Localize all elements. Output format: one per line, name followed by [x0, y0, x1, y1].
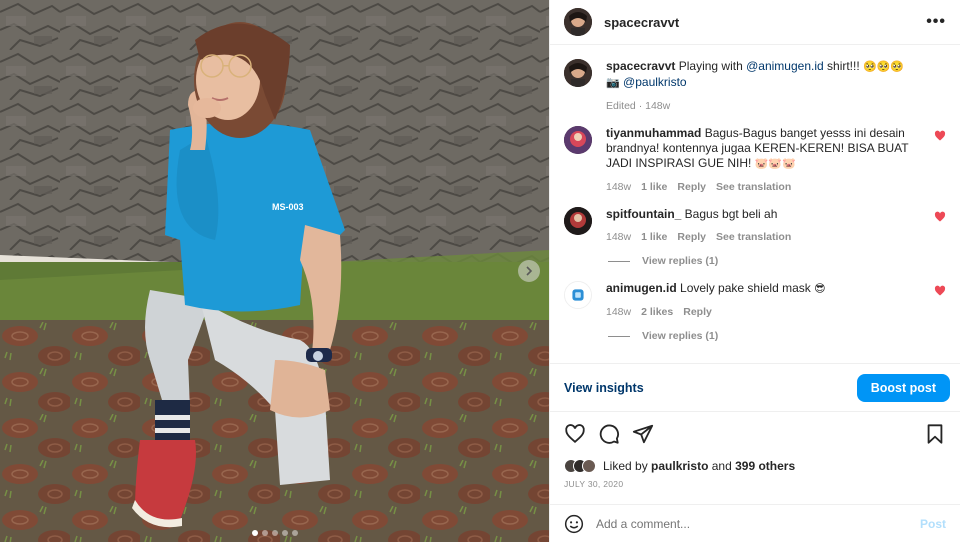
- avatar[interactable]: [564, 207, 592, 235]
- caption-avatar-image: [564, 59, 592, 87]
- avatar[interactable]: [564, 59, 592, 87]
- comment-emojis: 🐷🐷🐷: [754, 158, 796, 170]
- reply-button[interactable]: Reply: [683, 306, 712, 318]
- caption-mention-animugen[interactable]: @animugen.id: [746, 59, 824, 73]
- carousel-dot: [261, 530, 268, 536]
- comment-username[interactable]: spitfountain_: [606, 207, 681, 221]
- carousel-dot: [291, 530, 298, 536]
- photo-scene: MS-003: [0, 0, 549, 542]
- likes-and: and: [711, 459, 732, 473]
- add-comment-bar: Post: [550, 504, 960, 542]
- post-comment-button[interactable]: Post: [920, 517, 946, 531]
- comment-item: animugen.id Lovely pake shield mask 😎 14…: [564, 281, 946, 318]
- comment-like-count[interactable]: 2 likes: [641, 306, 673, 318]
- liked-heart-icon[interactable]: [934, 130, 946, 142]
- view-replies-label: View replies (1): [642, 330, 719, 342]
- post-photo[interactable]: MS-003: [0, 0, 549, 542]
- header-username[interactable]: spacecravvt: [604, 15, 926, 30]
- likes-text: Liked by paulkristo and 399 others: [603, 459, 795, 473]
- comment-time: 148w: [606, 181, 632, 193]
- comment-time: 148w: [606, 306, 632, 318]
- view-replies-label: View replies (1): [642, 255, 719, 267]
- instagram-post-view: MS-003 spacecravvt ••• spacecravvt Playi…: [0, 0, 960, 542]
- comment-text: tiyanmuhammad Bagus-Bagus banget yesss i…: [606, 126, 922, 172]
- liked-heart-icon[interactable]: [934, 285, 946, 297]
- avatar[interactable]: [564, 281, 592, 309]
- more-options-icon[interactable]: •••: [926, 13, 946, 31]
- comment-body: spitfountain_ Bagus bgt beli ah 148w 1 l…: [606, 207, 946, 243]
- comment-text: spitfountain_ Bagus bgt beli ah: [606, 207, 922, 222]
- commenter-avatar-image: [564, 126, 592, 154]
- caption-text-b: shirt!!!: [827, 59, 860, 73]
- comment-bubble-icon[interactable]: [598, 423, 620, 445]
- caption-edited-time: Edited · 148w: [606, 100, 671, 112]
- comment-username[interactable]: tiyanmuhammad: [606, 126, 701, 140]
- post-header: spacecravvt •••: [550, 0, 960, 45]
- next-photo-button[interactable]: [518, 260, 540, 282]
- avatar[interactable]: [564, 126, 592, 154]
- comment-meta: 148w 1 like Reply See translation: [606, 181, 922, 193]
- insights-bar: View insights Boost post: [550, 363, 960, 411]
- reply-button[interactable]: Reply: [677, 231, 706, 243]
- comment-message: Bagus bgt beli ah: [684, 207, 778, 221]
- replies-divider: [608, 260, 630, 262]
- see-translation-button[interactable]: See translation: [716, 231, 791, 243]
- comment-item: spitfountain_ Bagus bgt beli ah 148w 1 l…: [564, 207, 946, 243]
- comment-username[interactable]: animugen.id: [606, 281, 677, 295]
- svg-text:MS-003: MS-003: [272, 202, 304, 212]
- emoji-smiley-icon[interactable]: [564, 514, 584, 534]
- comment-meta: 148w 1 like Reply See translation: [606, 231, 922, 243]
- comment-item: tiyanmuhammad Bagus-Bagus banget yesss i…: [564, 126, 946, 193]
- view-replies-button[interactable]: View replies (1): [608, 255, 946, 267]
- carousel-dot: [251, 530, 258, 536]
- comment-message: Lovely pake shield mask: [680, 281, 811, 295]
- likes-summary: Liked by paulkristo and 399 others: [550, 455, 960, 477]
- bookmark-icon[interactable]: [924, 423, 946, 445]
- caption-text: spacecravvt Playing with @animugen.id sh…: [606, 59, 922, 91]
- post-actions: [550, 411, 960, 455]
- liked-heart-icon[interactable]: [934, 211, 946, 223]
- liker-avatars: [564, 459, 596, 473]
- chevron-right-icon: [526, 266, 533, 276]
- caption-emojis: 🥺🥺🥺: [863, 61, 905, 73]
- camera-emoji: 📷: [606, 77, 620, 89]
- comment-body: animugen.id Lovely pake shield mask 😎 14…: [606, 281, 946, 318]
- caption: spacecravvt Playing with @animugen.id sh…: [564, 59, 946, 112]
- comment-like-count[interactable]: 1 like: [641, 181, 667, 193]
- commenter-avatar-image: [564, 207, 592, 235]
- boost-post-button[interactable]: Boost post: [856, 373, 950, 402]
- share-paper-plane-icon[interactable]: [632, 423, 654, 445]
- caption-username[interactable]: spacecravvt: [606, 59, 675, 73]
- caption-mention-paulkristo[interactable]: @paulkristo: [623, 75, 687, 89]
- avatar[interactable]: [564, 8, 592, 36]
- likes-prefix: Liked by: [603, 459, 648, 473]
- animugen-logo-icon: [565, 282, 591, 308]
- post-side-panel: spacecravvt ••• spacecravvt Playing with…: [549, 0, 960, 542]
- post-date: JULY 30, 2020: [564, 479, 624, 489]
- carousel-dots: [0, 530, 549, 536]
- comment-meta: 148w 2 likes Reply: [606, 306, 922, 318]
- see-translation-button[interactable]: See translation: [716, 181, 791, 193]
- caption-body: spacecravvt Playing with @animugen.id sh…: [606, 59, 946, 112]
- comment-body: tiyanmuhammad Bagus-Bagus banget yesss i…: [606, 126, 946, 193]
- carousel-dot: [271, 530, 278, 536]
- profile-avatar-image: [564, 8, 592, 36]
- like-heart-icon[interactable]: [564, 423, 586, 445]
- comment-like-count[interactable]: 1 like: [641, 231, 667, 243]
- comment-text: animugen.id Lovely pake shield mask 😎: [606, 281, 922, 297]
- avatar: [582, 459, 596, 473]
- reply-button[interactable]: Reply: [677, 181, 706, 193]
- caption-meta: Edited · 148w: [606, 100, 922, 112]
- view-insights-link[interactable]: View insights: [564, 381, 644, 395]
- likes-others-link[interactable]: 399 others: [735, 459, 795, 473]
- liker-username[interactable]: paulkristo: [651, 459, 708, 473]
- replies-divider: [608, 335, 630, 337]
- comment-emojis: 😎: [814, 283, 826, 295]
- add-comment-input[interactable]: [596, 516, 920, 531]
- caption-text-a: Playing with: [678, 59, 743, 73]
- view-replies-button[interactable]: View replies (1): [608, 330, 946, 342]
- carousel-dot: [281, 530, 288, 536]
- comment-time: 148w: [606, 231, 632, 243]
- comments-list[interactable]: spacecravvt Playing with @animugen.id sh…: [550, 45, 960, 363]
